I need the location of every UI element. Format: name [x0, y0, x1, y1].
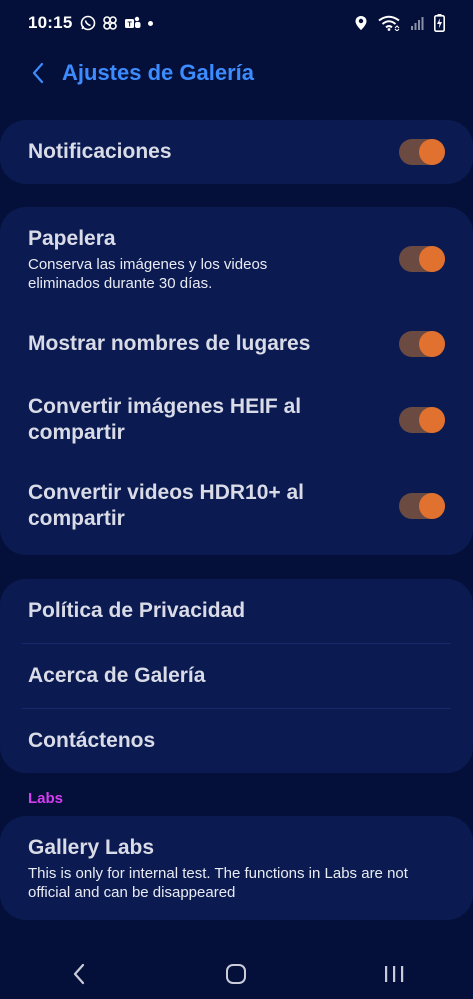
location-icon: [355, 16, 367, 30]
wifi-icon: [378, 15, 400, 31]
hdr10-row[interactable]: Convertir videos HDR10+ al compartir: [0, 463, 473, 549]
back-nav-button[interactable]: [49, 954, 109, 994]
place-names-label: Mostrar nombres de lugares: [28, 332, 311, 355]
heif-row[interactable]: Convertir imágenes HEIF al compartir: [0, 377, 473, 463]
contact-row[interactable]: Contáctenos: [0, 709, 473, 773]
trash-label: Papelera: [28, 226, 116, 250]
privacy-row[interactable]: Política de Privacidad: [0, 579, 473, 643]
heif-label: Convertir imágenes HEIF al compartir: [28, 395, 302, 444]
hdr10-toggle[interactable]: [399, 493, 445, 519]
signal-icon: [411, 17, 424, 30]
notifications-row[interactable]: Notificaciones: [0, 120, 473, 184]
toggle-knob: [419, 246, 445, 272]
settings-card: Papelera Conserva las imágenes y los vid…: [0, 207, 473, 555]
place-names-row[interactable]: Mostrar nombres de lugares: [0, 311, 473, 377]
home-nav-button[interactable]: [206, 954, 266, 994]
status-left: 10:15 T: [28, 13, 154, 33]
toggle-knob: [419, 493, 445, 519]
labs-card: Gallery Labs This is only for internal t…: [0, 816, 473, 920]
system-nav-bar: [0, 948, 473, 999]
chevron-left-icon: [32, 62, 44, 84]
svg-text:T: T: [128, 22, 133, 29]
info-card: Política de Privacidad Acerca de Galería…: [0, 579, 473, 773]
trash-text: Papelera Conserva las imágenes y los vid…: [28, 226, 328, 293]
contact-us-link[interactable]: Contáctenos: [28, 728, 155, 754]
toggle-knob: [419, 407, 445, 433]
recents-nav-button[interactable]: [364, 954, 424, 994]
status-time: 10:15: [28, 13, 73, 32]
status-right: [354, 14, 445, 32]
heif-toggle[interactable]: [399, 407, 445, 433]
page-title: Ajustes de Galería: [62, 60, 254, 85]
notifications-label: Notificaciones: [28, 140, 172, 163]
trash-row[interactable]: Papelera Conserva las imágenes y los vid…: [0, 207, 473, 311]
trash-toggle[interactable]: [399, 246, 445, 272]
teams-icon: T: [125, 16, 141, 29]
notifications-toggle[interactable]: [399, 139, 445, 165]
back-button[interactable]: [18, 53, 58, 93]
gallery-labs-text: Gallery Labs This is only for internal t…: [28, 835, 438, 902]
privacy-policy-link[interactable]: Política de Privacidad: [28, 598, 245, 624]
connections-icon: [103, 16, 118, 30]
battery-charging-icon: [434, 14, 445, 32]
labs-section-label: Labs: [28, 790, 64, 807]
trash-description: Conserva las imágenes y los videos elimi…: [28, 255, 268, 292]
about-row[interactable]: Acerca de Galería: [0, 644, 473, 708]
status-bar: 10:15 T: [0, 0, 473, 46]
gallery-labs-row[interactable]: Gallery Labs This is only for internal t…: [0, 816, 473, 920]
back-nav-icon: [73, 963, 84, 984]
gallery-labs-description: This is only for internal test. The func…: [28, 864, 408, 901]
hdr10-label: Convertir videos HDR10+ al compartir: [28, 481, 305, 530]
toggle-knob: [419, 331, 445, 357]
about-gallery-link[interactable]: Acerca de Galería: [28, 663, 205, 689]
toggle-knob: [419, 139, 445, 165]
recents-nav-icon: [385, 965, 404, 982]
home-nav-icon: [226, 963, 247, 984]
notifications-card: Notificaciones: [0, 120, 473, 184]
app-header: Ajustes de Galería: [0, 52, 473, 94]
status-notification-icons: T: [80, 15, 154, 31]
whatsapp-icon: [81, 15, 96, 31]
place-names-toggle[interactable]: [399, 331, 445, 357]
gallery-labs-label: Gallery Labs: [28, 835, 155, 859]
notification-dot: [148, 20, 154, 26]
